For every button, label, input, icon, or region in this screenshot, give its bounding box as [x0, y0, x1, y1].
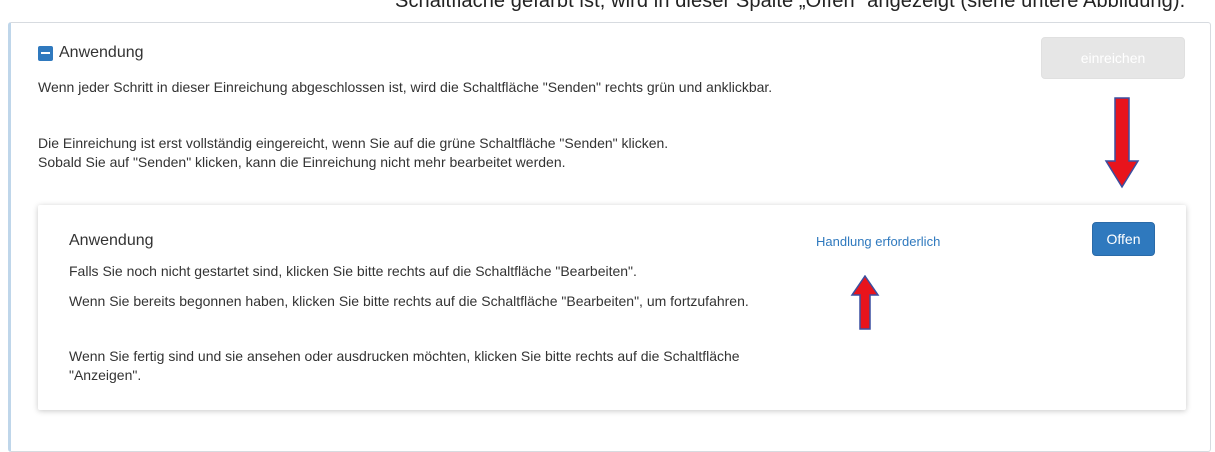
red-down-arrow-icon [1104, 97, 1140, 189]
action-required-link[interactable]: Handlung erforderlich [816, 234, 940, 249]
card-paragraph-2: Wenn Sie bereits begonnen haben, klicken… [69, 293, 749, 309]
minus-square-icon[interactable] [38, 45, 53, 61]
open-button[interactable]: Offen [1092, 222, 1155, 256]
intro-paragraph-1: Wenn jeder Schritt in dieser Einreichung… [38, 79, 773, 95]
card-title: Anwendung [69, 232, 154, 249]
card-paragraph-3: Wenn Sie fertig sind und sie ansehen ode… [69, 348, 740, 383]
section-title: Anwendung [59, 44, 144, 61]
card-paragraph-1: Falls Sie noch nicht gestartet sind, kli… [69, 263, 637, 279]
intro-paragraph-2: Die Einreichung ist erst vollständig ein… [38, 134, 808, 172]
intro-paragraph-2-line-1: Die Einreichung ist erst vollständig ein… [38, 135, 669, 151]
intro-paragraph-2-line-2: Sobald Sie auf "Senden" klicken, kann di… [38, 154, 566, 170]
section-header[interactable]: Anwendung [38, 44, 144, 62]
red-up-arrow-icon [850, 275, 880, 330]
top-caption: Schaltfläche gefärbt ist, wird in dieser… [395, 0, 1186, 12]
submit-button[interactable]: einreichen [1041, 37, 1185, 79]
